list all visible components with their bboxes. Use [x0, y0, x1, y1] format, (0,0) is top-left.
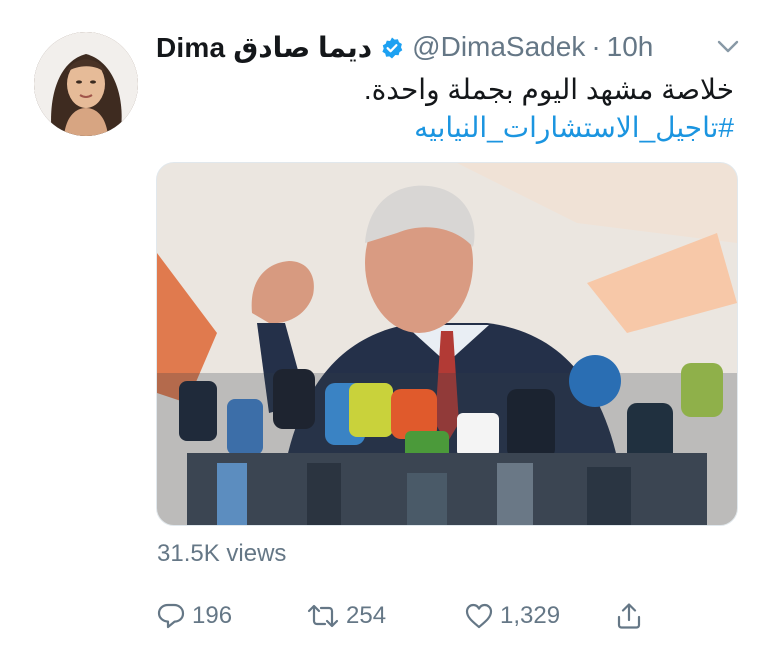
verified-badge-icon [380, 35, 404, 59]
retweet-icon [307, 604, 339, 628]
like-count: 1,329 [500, 602, 561, 629]
reply-count: 196 [192, 602, 233, 629]
tweet[interactable]: Dima ديما صادق @DimaSadek · 10h خلاصة مش… [0, 0, 768, 652]
share-button[interactable] [614, 596, 650, 636]
reply-icon [157, 603, 185, 629]
tweet-header: Dima ديما صادق @DimaSadek · 10h [156, 30, 653, 64]
reply-button[interactable]: 196 [156, 596, 232, 636]
separator-dot: · [591, 31, 601, 62]
hashtag-link[interactable]: #تاجيل_الاستشارات_النيابيه [414, 110, 734, 146]
share-icon [617, 603, 641, 629]
tweet-text: خلاصة مشهد اليوم بجملة واحدة. [363, 74, 734, 105]
avatar[interactable] [34, 32, 138, 136]
like-button[interactable]: 1,329 [464, 596, 560, 636]
user-handle[interactable]: @DimaSadek [412, 31, 585, 63]
view-count: 31.5K views [157, 540, 287, 567]
display-name[interactable]: Dima ديما صادق [156, 31, 372, 64]
avatar-image [34, 32, 138, 136]
retweet-button[interactable]: 254 [306, 596, 386, 636]
retweet-count: 254 [346, 602, 387, 629]
tweet-actions: 196 254 1,329 [156, 596, 656, 636]
video-thumbnail [157, 163, 737, 525]
chevron-down-icon[interactable] [716, 38, 740, 56]
tweet-timestamp[interactable]: 10h [607, 31, 654, 63]
heart-icon [465, 603, 493, 629]
video-media[interactable] [156, 162, 738, 526]
